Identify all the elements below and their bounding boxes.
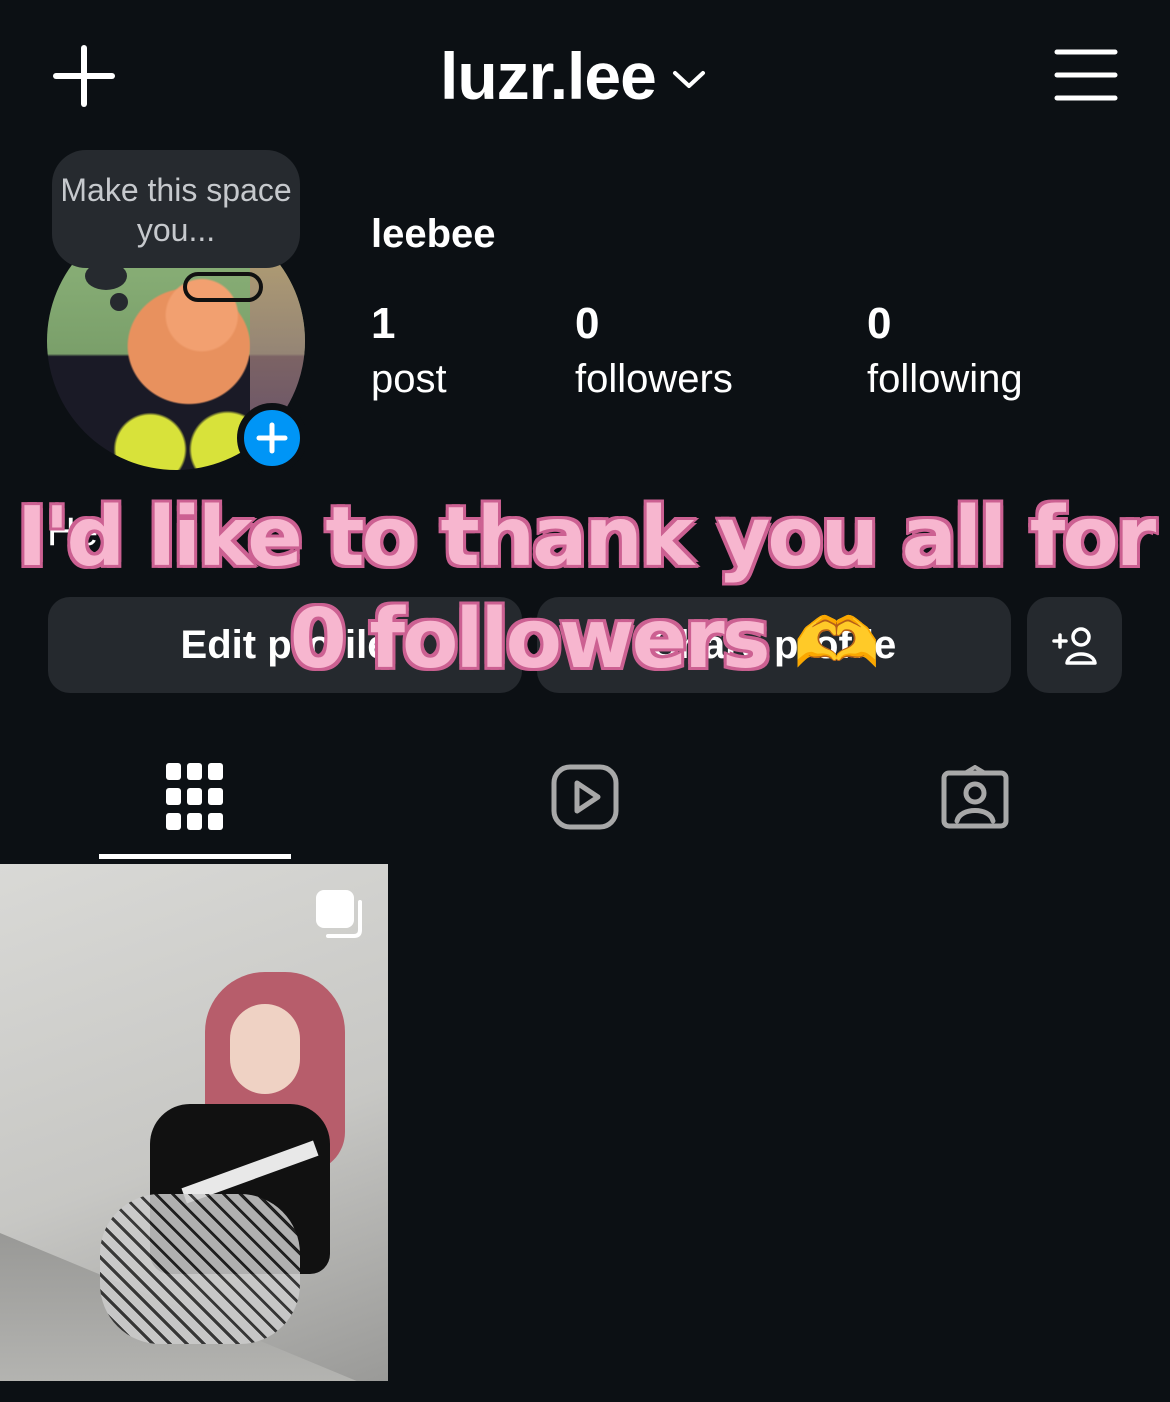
add-story-button[interactable] xyxy=(237,403,307,473)
stat-followers[interactable]: 0 followers xyxy=(575,298,733,404)
reels-icon xyxy=(551,764,619,830)
overlay-caption-line1: I'd like to thank you all for xyxy=(15,488,1158,587)
active-tab-indicator xyxy=(99,854,291,859)
hamburger-menu-icon[interactable] xyxy=(1054,48,1118,102)
stat-following[interactable]: 0 following xyxy=(867,298,1023,404)
carousel-icon xyxy=(316,890,362,938)
avatar-glasses-detail xyxy=(183,272,263,302)
profile-page: luzr.lee Make this space you... leebee 1… xyxy=(0,0,1170,1402)
stat-following-label: following xyxy=(867,357,1023,401)
top-bar: luzr.lee xyxy=(0,0,1170,150)
heart-hands-emoji: 🫶 xyxy=(793,602,881,684)
grid-icon xyxy=(166,763,223,830)
tooltip-tail-dot xyxy=(110,293,128,311)
username-title: luzr.lee xyxy=(440,39,657,113)
stat-posts-value: 1 xyxy=(371,299,396,348)
stat-followers-label: followers xyxy=(575,357,733,401)
post-thumbnail[interactable] xyxy=(0,864,388,1381)
chevron-down-icon xyxy=(672,71,705,88)
stat-posts-label: post xyxy=(371,357,447,401)
new-post-plus-icon[interactable] xyxy=(52,44,116,108)
stat-followers-value: 0 xyxy=(575,299,600,348)
tab-reels[interactable] xyxy=(489,742,681,852)
plus-icon xyxy=(256,422,288,454)
post-image-subject-face xyxy=(230,1004,300,1094)
account-switcher[interactable]: luzr.lee xyxy=(440,36,706,116)
overlay-caption-line2: 0 followers 🫶 xyxy=(0,590,1170,689)
display-name: leebee xyxy=(371,212,496,256)
tab-tagged[interactable] xyxy=(879,742,1071,852)
stat-following-value: 0 xyxy=(867,299,892,348)
note-tooltip[interactable]: Make this space you... xyxy=(52,150,300,268)
overlay-caption-text: 0 followers xyxy=(288,590,773,689)
tagged-icon xyxy=(941,765,1009,829)
stat-posts[interactable]: 1 post xyxy=(371,298,447,404)
post-image-subject-legs xyxy=(100,1194,300,1344)
tab-posts[interactable] xyxy=(99,742,291,852)
